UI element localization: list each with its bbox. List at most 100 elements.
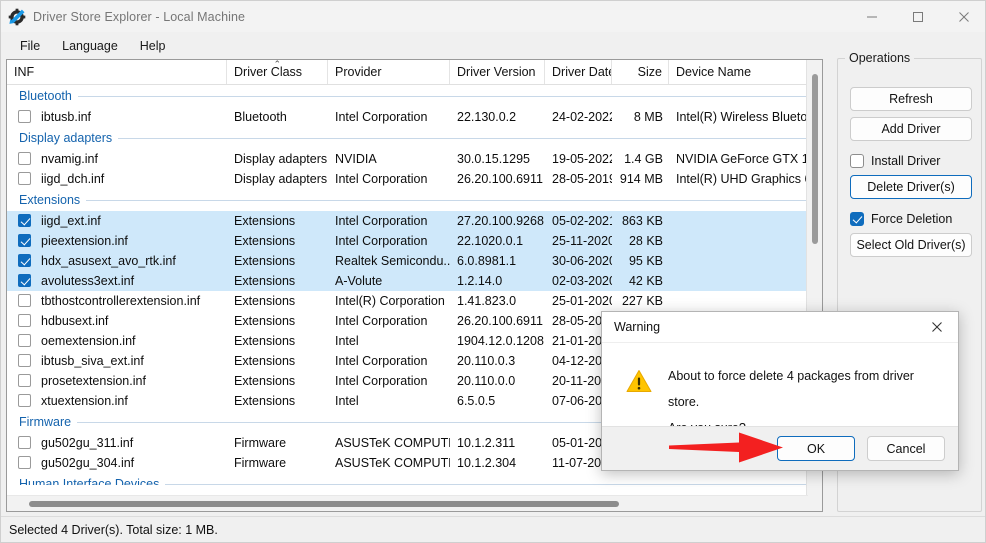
operations-legend: Operations bbox=[845, 51, 915, 65]
table-cell: Intel(R) Corporation bbox=[335, 294, 445, 308]
group-header-rule bbox=[165, 483, 814, 485]
table-cell: 95 KB bbox=[628, 254, 663, 268]
grid-column-header[interactable]: Driver Version bbox=[450, 60, 545, 84]
force-deletion-label: Force Deletion bbox=[871, 212, 953, 226]
group-header[interactable]: Bluetooth bbox=[7, 85, 822, 107]
group-header[interactable]: Extensions bbox=[7, 189, 822, 211]
table-cell: ASUSTeK COMPUTE... bbox=[335, 436, 450, 450]
horizontal-scrollbar-thumb[interactable] bbox=[29, 501, 619, 507]
table-cell: 05-02-2021 bbox=[552, 214, 612, 228]
dialog-cancel-button[interactable]: Cancel bbox=[867, 436, 945, 461]
table-cell: 25-11-2020 bbox=[552, 234, 612, 248]
menu-bar: File Language Help bbox=[1, 32, 985, 59]
table-row[interactable]: tbthostcontrollerextension.inf Extensions… bbox=[7, 291, 822, 311]
status-bar: Selected 4 Driver(s). Total size: 1 MB. bbox=[1, 516, 985, 542]
grid-column-header[interactable]: INF bbox=[7, 60, 227, 84]
maximize-button[interactable] bbox=[895, 1, 941, 32]
horizontal-scrollbar[interactable] bbox=[7, 495, 808, 511]
install-driver-checkbox-box bbox=[850, 154, 864, 168]
grid-column-header[interactable]: Driver Class ⌃ bbox=[227, 60, 328, 84]
force-deletion-checkbox[interactable]: Force Deletion bbox=[850, 210, 952, 228]
dialog-title: Warning bbox=[614, 320, 661, 334]
refresh-button[interactable]: Refresh bbox=[850, 87, 972, 111]
select-old-drivers-button[interactable]: Select Old Driver(s) bbox=[850, 233, 972, 257]
table-cell: Display adapters bbox=[234, 152, 328, 166]
group-header[interactable]: Human Interface Devices bbox=[7, 473, 822, 485]
table-cell: Display adapters bbox=[234, 172, 328, 186]
table-cell: Intel Corporation bbox=[335, 110, 428, 124]
group-header-rule bbox=[77, 95, 814, 97]
table-cell: Extensions bbox=[234, 234, 296, 248]
table-cell: Extensions bbox=[234, 354, 296, 368]
group-header-label: Firmware bbox=[19, 415, 72, 429]
table-cell: 22.130.0.2 bbox=[457, 110, 517, 124]
table-row[interactable]: avolutess3ext.inf Extensions A-Volute 1.2.1… bbox=[7, 271, 822, 291]
install-driver-label: Install Driver bbox=[871, 154, 941, 168]
vertical-scrollbar-thumb[interactable] bbox=[812, 74, 818, 244]
table-cell: Intel Corporation bbox=[335, 172, 428, 186]
dialog-message-line1: About to force delete 4 packages from dr… bbox=[668, 369, 914, 409]
table-cell: 27.20.100.9268 bbox=[457, 214, 544, 228]
table-cell: 26.20.100.6911 bbox=[457, 172, 543, 186]
window-title: Driver Store Explorer - Local Machine bbox=[33, 9, 246, 24]
table-cell: 19-05-2022 bbox=[552, 152, 612, 166]
driver-store-explorer-window: Driver Store Explorer - Local Machine Fi… bbox=[0, 0, 986, 543]
force-deletion-checkbox-box bbox=[850, 212, 864, 226]
table-cell: ASUSTeK COMPUTE... bbox=[335, 456, 450, 470]
table-cell: Intel Corporation bbox=[335, 374, 428, 388]
install-driver-checkbox[interactable]: Install Driver bbox=[850, 152, 940, 170]
menu-item-help[interactable]: Help bbox=[129, 36, 177, 56]
table-cell: prosetextension.inf bbox=[41, 374, 146, 388]
table-cell: gu502gu_311.inf bbox=[41, 436, 134, 450]
menu-item-language[interactable]: Language bbox=[51, 36, 129, 56]
table-row[interactable]: hdx_asusext_avo_rtk.inf Extensions Realtek… bbox=[7, 251, 822, 271]
add-driver-button[interactable]: Add Driver bbox=[850, 117, 972, 141]
minimize-button[interactable] bbox=[849, 1, 895, 32]
table-cell: Bluetooth bbox=[234, 110, 287, 124]
table-cell: 20.110.0.0 bbox=[457, 374, 516, 388]
table-row[interactable]: iigd_dch.inf Display adapters Intel Corpor… bbox=[7, 169, 822, 189]
warning-triangle-icon bbox=[626, 369, 652, 393]
table-cell: ibtusb_siva_ext.inf bbox=[41, 354, 144, 368]
table-cell bbox=[669, 251, 822, 271]
table-cell: hdbusext.inf bbox=[41, 314, 109, 328]
group-header[interactable]: Display adapters bbox=[7, 127, 822, 149]
table-cell: Intel(R) UHD Graphics 630 bbox=[676, 172, 822, 186]
table-cell: 24-02-2022 bbox=[552, 110, 612, 124]
table-cell: hdx_asusext_avo_rtk.inf bbox=[41, 254, 176, 268]
dialog-close-icon[interactable] bbox=[916, 312, 958, 342]
gear-wrench-icon bbox=[8, 8, 26, 26]
grid-column-header[interactable]: Device Name bbox=[669, 60, 822, 84]
table-row[interactable]: pieextension.inf Extensions Intel Corporat… bbox=[7, 231, 822, 251]
table-cell: 8 MB bbox=[633, 110, 663, 124]
title-bar: Driver Store Explorer - Local Machine bbox=[1, 1, 985, 32]
table-cell: Intel bbox=[335, 334, 359, 348]
group-header-rule bbox=[118, 137, 814, 139]
status-text: Selected 4 Driver(s). Total size: 1 MB. bbox=[9, 522, 218, 537]
table-cell: 914 MB bbox=[619, 172, 663, 186]
table-cell: Extensions bbox=[234, 214, 296, 228]
table-cell: ibtusb.inf bbox=[41, 110, 92, 124]
table-cell: 863 KB bbox=[621, 214, 663, 228]
menu-item-file[interactable]: File bbox=[9, 36, 51, 56]
table-cell: Extensions bbox=[234, 394, 296, 408]
table-row[interactable]: ibtusb.inf Bluetooth Intel Corporation 22.1… bbox=[7, 107, 822, 127]
table-cell: Intel Corporation bbox=[335, 314, 428, 328]
delete-drivers-button[interactable]: Delete Driver(s) bbox=[850, 175, 972, 199]
table-cell bbox=[669, 211, 822, 231]
grid-column-header[interactable]: Driver Date bbox=[545, 60, 612, 84]
grid-column-header[interactable]: Provider bbox=[328, 60, 450, 84]
table-cell: 30-06-2020 bbox=[552, 254, 612, 268]
table-cell: Realtek Semicondu... bbox=[335, 254, 450, 268]
table-cell: 6.5.0.5 bbox=[457, 394, 496, 408]
sort-indicator-icon: ⌃ bbox=[273, 60, 282, 69]
table-row[interactable]: nvamig.inf Display adapters NVIDIA 30.0.15.… bbox=[7, 149, 822, 169]
table-cell: Intel Corporation bbox=[335, 214, 428, 228]
table-cell: avolutess3ext.inf bbox=[41, 274, 135, 288]
table-row[interactable]: iigd_ext.inf Extensions Intel Corporation 2… bbox=[7, 211, 822, 231]
table-cell: 6.0.8981.1 bbox=[457, 254, 517, 268]
close-button[interactable] bbox=[941, 1, 985, 32]
table-cell bbox=[669, 271, 822, 291]
dialog-ok-button[interactable]: OK bbox=[777, 436, 855, 461]
grid-column-header[interactable]: Size bbox=[612, 60, 669, 84]
